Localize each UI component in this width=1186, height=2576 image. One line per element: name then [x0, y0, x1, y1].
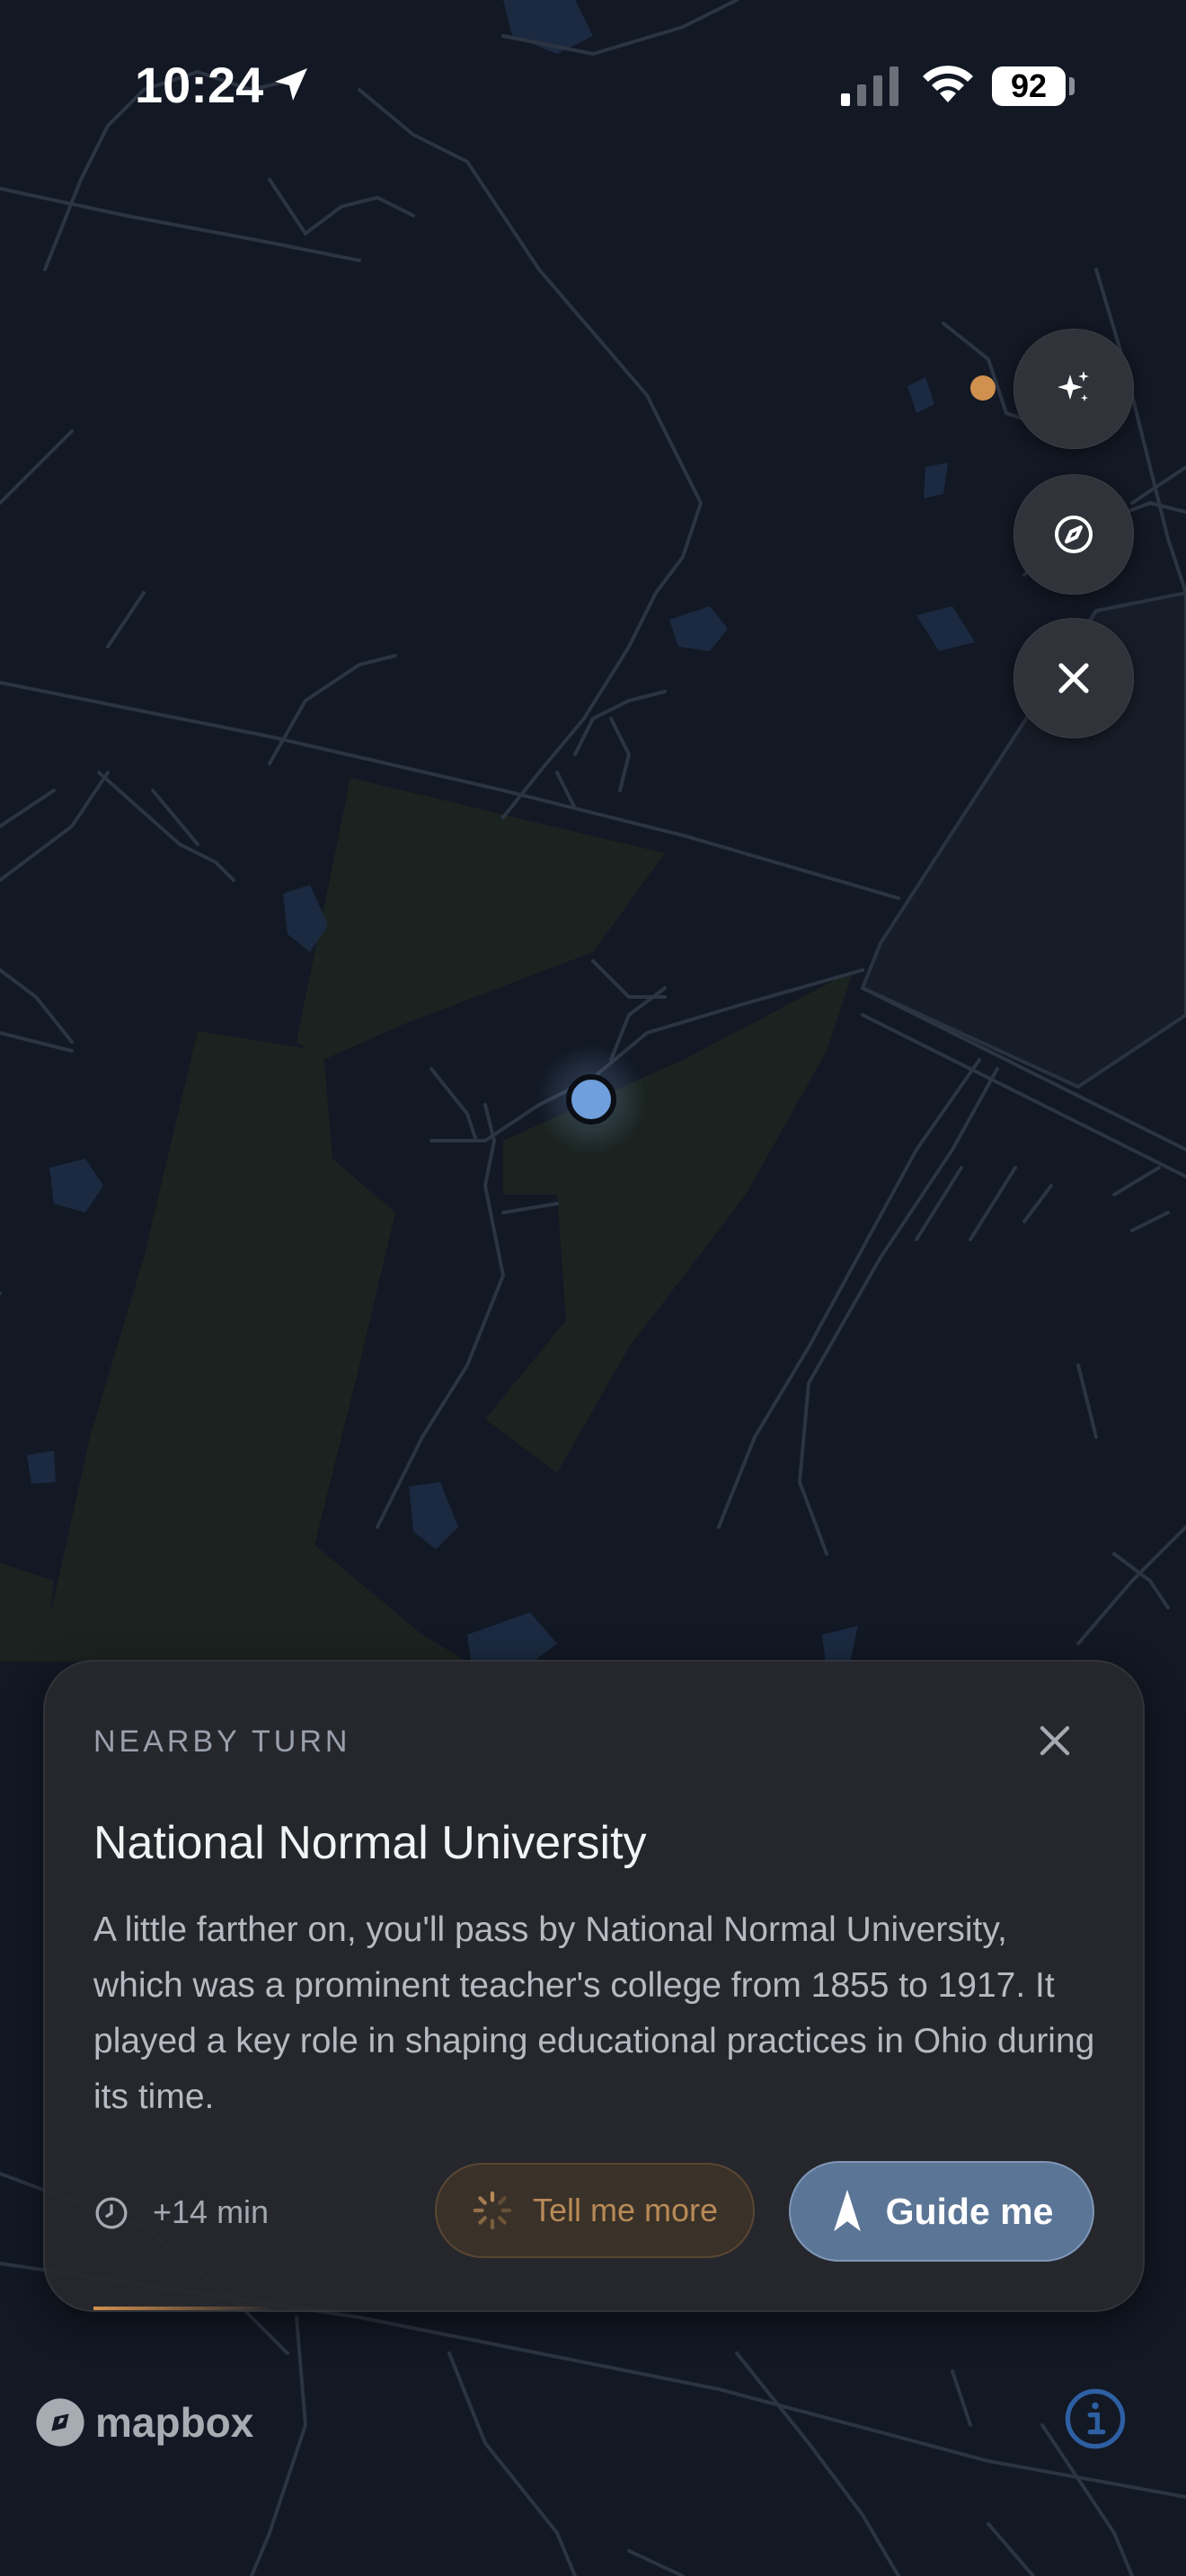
loading-spinner-icon: [473, 2191, 512, 2230]
card-title: National Normal University: [93, 1817, 647, 1869]
user-location-marker: [566, 1074, 616, 1125]
cellular-signal-icon: [841, 66, 898, 106]
sparkles-icon: [1058, 371, 1089, 401]
close-icon[interactable]: [1033, 1719, 1076, 1762]
clock-icon: [95, 2197, 128, 2229]
status-time: 10:24: [135, 57, 264, 113]
location-arrow-icon: [275, 68, 307, 101]
eta-text: +14 min: [153, 2193, 270, 2230]
guide-me-button[interactable]: Guide me: [789, 2161, 1094, 2262]
compass-icon: [1055, 516, 1093, 553]
battery-icon: 92: [992, 66, 1066, 106]
card-progress-bar: [93, 2307, 273, 2310]
compass-button[interactable]: [1013, 474, 1134, 595]
notification-dot: [970, 375, 996, 401]
navigation-arrow-icon: [833, 2189, 861, 2232]
tell-me-more-button[interactable]: Tell me more: [435, 2163, 755, 2258]
mapbox-logo[interactable]: mapbox: [34, 2395, 253, 2450]
close-map-button[interactable]: [1013, 618, 1134, 738]
map-screen: 10:24 92 NEARBY TURN National Normal Uni…: [0, 0, 1186, 2576]
wifi-icon: [923, 66, 973, 102]
close-icon: [1058, 663, 1089, 693]
mapbox-logo-icon: [36, 2398, 84, 2447]
nearby-turn-card: NEARBY TURN National Normal University A…: [43, 1660, 1145, 2312]
battery-cap: [1069, 77, 1075, 95]
guide-me-label: Guide me: [885, 2190, 1054, 2232]
mapbox-logo-text: mapbox: [95, 2399, 254, 2446]
card-kicker: NEARBY TURN: [93, 1725, 351, 1759]
card-body: A little farther on, you'll pass by Nati…: [93, 1910, 1095, 2116]
sparkles-button[interactable]: [1013, 329, 1134, 449]
tell-me-more-label: Tell me more: [532, 2192, 719, 2228]
info-icon[interactable]: [1064, 2387, 1127, 2450]
